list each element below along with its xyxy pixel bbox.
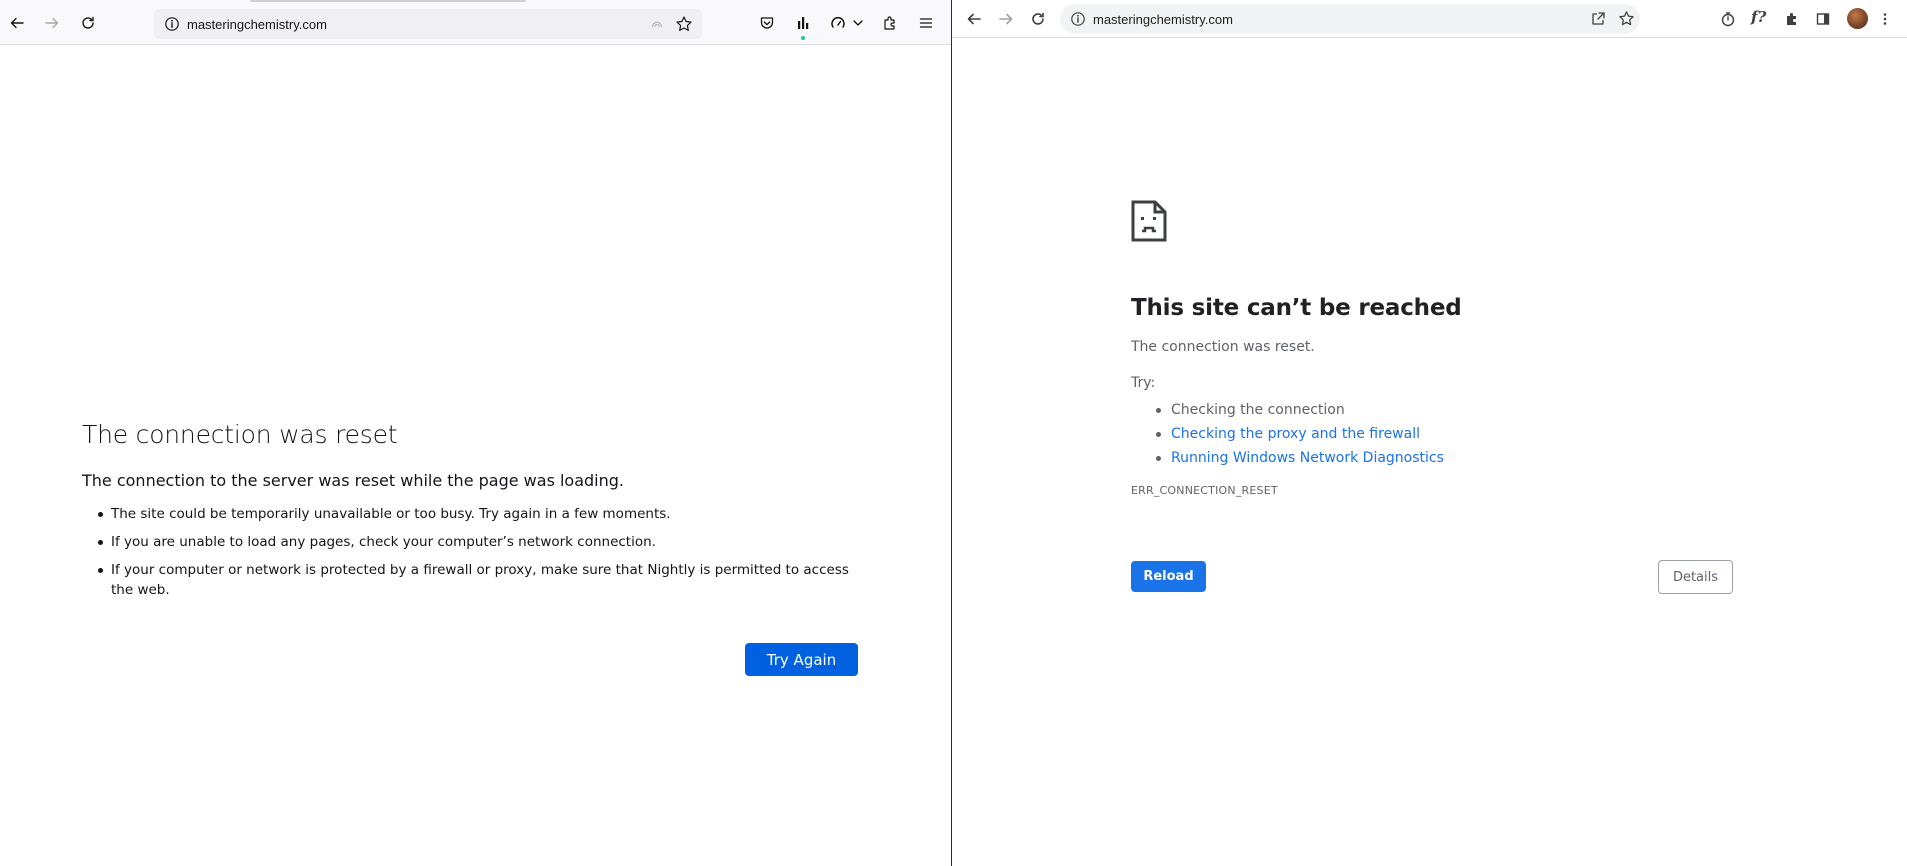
pocket-icon <box>760 17 774 29</box>
side-panel-button[interactable] <box>1810 6 1836 32</box>
puzzle-icon <box>1787 13 1796 25</box>
suggestion-list: Checking the connection Checking the pro… <box>1131 398 1731 470</box>
gauge-icon <box>831 17 845 28</box>
profiler-dropdown[interactable] <box>850 10 866 36</box>
status-dot <box>801 36 805 40</box>
side-panel-icon <box>1816 13 1830 25</box>
bookmark-star-icon[interactable] <box>1618 10 1635 27</box>
network-diagnostics-link[interactable]: Running Windows Network Diagnostics <box>1156 446 1731 470</box>
profiler-button[interactable] <box>825 10 851 36</box>
forward-button[interactable] <box>39 10 65 36</box>
omnibox[interactable]: masteringchemistry.com <box>1060 4 1640 34</box>
sad-page-icon <box>1131 200 1167 242</box>
stats-button[interactable] <box>790 10 816 36</box>
suggestion-list: The site could be temporarily unavailabl… <box>82 504 862 600</box>
info-icon[interactable] <box>1070 11 1086 27</box>
reload-icon <box>82 16 94 29</box>
back-button[interactable] <box>4 10 30 36</box>
error-description: The connection to the server was reset w… <box>82 471 625 490</box>
menu-button[interactable] <box>913 10 939 36</box>
bookmark-star-icon[interactable] <box>675 15 693 33</box>
reload-page-button[interactable]: Reload <box>1131 561 1206 592</box>
chrome-error-container: This site can’t be reached The connectio… <box>1131 200 1731 497</box>
list-item: If you are unable to load any pages, che… <box>98 532 862 552</box>
kebab-menu-icon <box>1883 13 1887 25</box>
chrome-menu-button[interactable] <box>1875 6 1895 32</box>
chrome-window: masteringchemistry.com f? This site can’… <box>952 0 1907 866</box>
address-bar[interactable]: masteringchemistry.com <box>154 9 702 39</box>
tracking-protection-icon[interactable] <box>650 17 664 31</box>
profile-avatar[interactable] <box>1847 8 1868 29</box>
back-arrow-icon <box>10 17 24 29</box>
info-icon[interactable] <box>164 16 180 32</box>
error-description: The connection was reset. <box>1131 339 1315 355</box>
reload-button[interactable] <box>75 10 101 36</box>
error-code: ERR_CONNECTION_RESET <box>1131 484 1278 497</box>
reload-icon <box>1032 12 1044 25</box>
back-button[interactable] <box>961 6 987 32</box>
tab-indicator <box>250 0 526 2</box>
error-title: The connection was reset <box>82 420 398 449</box>
chrome-toolbar: masteringchemistry.com f? <box>952 0 1907 38</box>
url-text[interactable]: masteringchemistry.com <box>187 17 327 32</box>
firefox-toolbar: masteringchemistry.com <box>0 0 951 45</box>
back-arrow-icon <box>967 13 981 25</box>
error-title: This site can’t be reached <box>1131 295 1462 321</box>
details-button[interactable]: Details <box>1658 560 1733 594</box>
bar-chart-icon <box>798 17 809 29</box>
reload-button[interactable] <box>1025 6 1051 32</box>
timer-extension-button[interactable] <box>1715 6 1741 32</box>
forward-arrow-icon <box>45 17 59 29</box>
chevron-down-icon <box>853 20 863 26</box>
list-item: If your computer or network is protected… <box>98 560 862 600</box>
pocket-button[interactable] <box>754 10 780 36</box>
puzzle-icon <box>884 16 895 30</box>
forward-button[interactable] <box>993 6 1019 32</box>
try-label: Try: <box>1131 375 1156 391</box>
try-again-button[interactable]: Try Again <box>745 643 858 676</box>
list-item: Checking the connection <box>1156 398 1731 422</box>
stopwatch-icon <box>1721 12 1735 27</box>
list-item: The site could be temporarily unavailabl… <box>98 504 862 524</box>
extensions-button[interactable] <box>877 10 903 36</box>
extensions-button[interactable] <box>1779 6 1805 32</box>
proxy-firewall-link[interactable]: Checking the proxy and the firewall <box>1156 422 1731 446</box>
firefox-window: masteringchemistry.com The connection wa… <box>0 0 951 866</box>
hamburger-menu-icon <box>919 18 933 28</box>
firefox-error-container: The connection was reset The connection … <box>82 420 862 608</box>
url-text[interactable]: masteringchemistry.com <box>1093 12 1233 27</box>
font-extension-icon[interactable]: f? <box>1751 8 1766 26</box>
share-icon[interactable] <box>1590 11 1606 27</box>
forward-arrow-icon <box>999 13 1013 25</box>
